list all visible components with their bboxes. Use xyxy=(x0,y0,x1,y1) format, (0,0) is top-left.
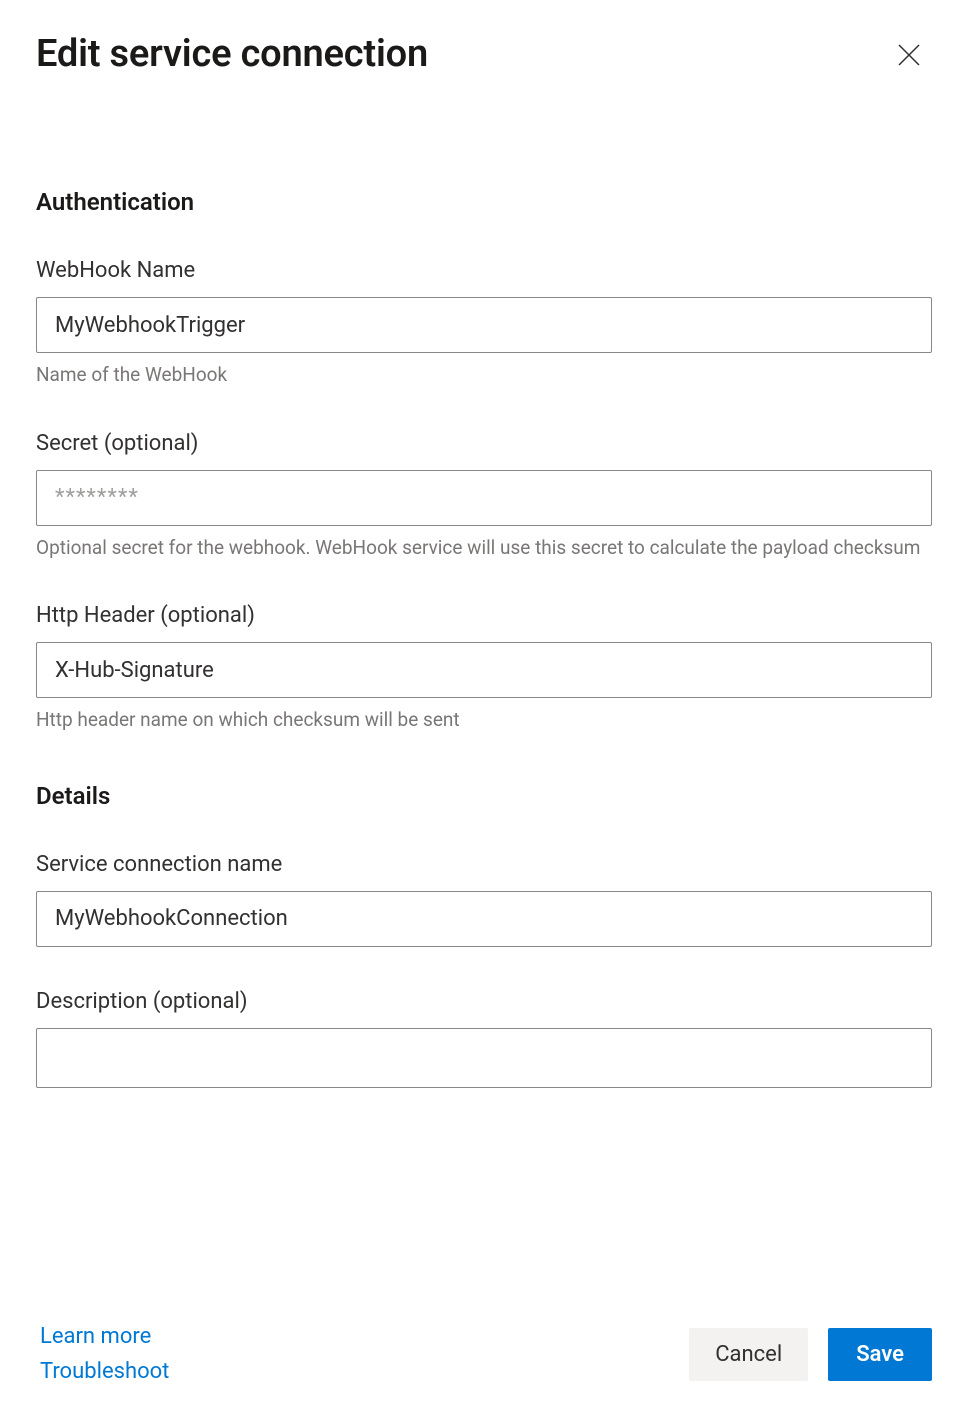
secret-input[interactable] xyxy=(36,470,932,526)
webhook-name-label: WebHook Name xyxy=(36,258,932,283)
close-button[interactable] xyxy=(886,32,932,78)
panel-content: Authentication WebHook Name Name of the … xyxy=(36,188,932,1412)
footer-links: Learn more Troubleshoot xyxy=(40,1324,169,1384)
description-label: Description (optional) xyxy=(36,989,932,1014)
troubleshoot-link[interactable]: Troubleshoot xyxy=(40,1359,169,1384)
learn-more-link[interactable]: Learn more xyxy=(40,1324,169,1349)
edit-service-connection-panel: Edit service connection Authentication W… xyxy=(0,0,968,1412)
close-icon xyxy=(894,58,924,73)
panel-header: Edit service connection xyxy=(36,32,932,78)
details-heading: Details xyxy=(36,782,932,810)
secret-helper: Optional secret for the webhook. WebHook… xyxy=(36,534,932,562)
secret-group: Secret (optional) Optional secret for th… xyxy=(36,431,932,562)
save-button[interactable]: Save xyxy=(828,1328,932,1381)
footer-actions: Cancel Save xyxy=(689,1328,932,1381)
webhook-name-helper: Name of the WebHook xyxy=(36,361,932,389)
webhook-name-group: WebHook Name Name of the WebHook xyxy=(36,258,932,389)
webhook-name-input[interactable] xyxy=(36,297,932,353)
cancel-button[interactable]: Cancel xyxy=(689,1328,808,1381)
description-input[interactable] xyxy=(36,1028,932,1088)
http-header-helper: Http header name on which checksum will … xyxy=(36,706,932,734)
service-connection-name-input[interactable] xyxy=(36,891,932,947)
http-header-input[interactable] xyxy=(36,642,932,698)
authentication-heading: Authentication xyxy=(36,188,932,216)
panel-footer: Learn more Troubleshoot Cancel Save xyxy=(0,1306,968,1412)
service-connection-name-group: Service connection name xyxy=(36,852,932,947)
secret-label: Secret (optional) xyxy=(36,431,932,456)
http-header-label: Http Header (optional) xyxy=(36,603,932,628)
panel-title: Edit service connection xyxy=(36,32,428,76)
service-connection-name-label: Service connection name xyxy=(36,852,932,877)
http-header-group: Http Header (optional) Http header name … xyxy=(36,603,932,734)
description-group: Description (optional) xyxy=(36,989,932,1092)
